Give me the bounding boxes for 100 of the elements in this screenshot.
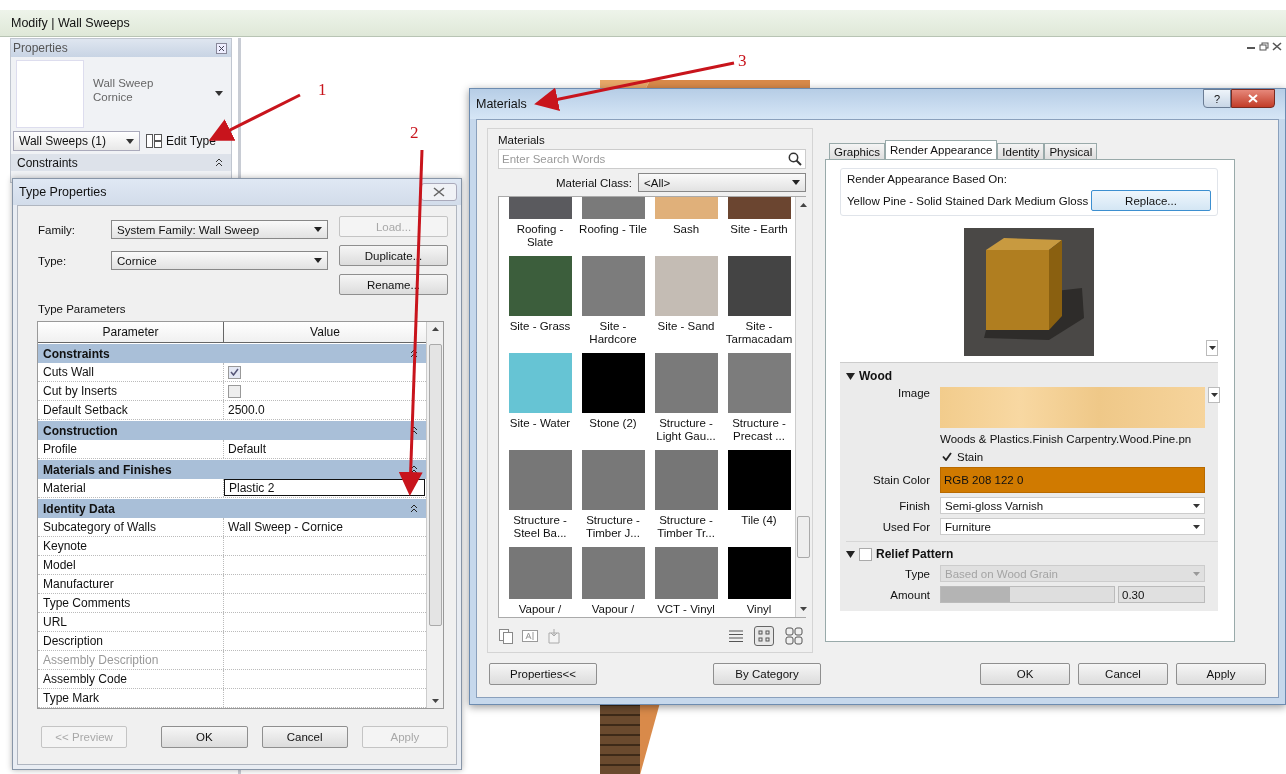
material-swatch[interactable] [581,450,645,510]
scroll-thumb[interactable] [797,516,810,558]
material-name[interactable]: Sash [672,223,700,250]
dialog-button[interactable]: OK [980,663,1070,685]
checkbox[interactable] [940,450,953,463]
dropdown[interactable]: Cornice [111,251,328,270]
dialog-button[interactable]: Cancel [1078,663,1168,685]
dropdown[interactable]: Furniture [940,518,1205,535]
material-name[interactable]: Site - Grass [509,320,571,347]
material-name[interactable]: Vapour / [591,603,635,616]
color-field[interactable]: RGB 208 122 0 [940,467,1205,493]
scroll-down-icon[interactable] [431,699,439,703]
restore-icon[interactable] [1259,42,1269,51]
checkbox[interactable] [228,384,241,398]
tab[interactable]: Identity [997,143,1045,159]
close-button[interactable] [421,183,457,201]
tab[interactable]: Physical [1044,143,1098,159]
value-cell[interactable]: 2500.0 [224,401,426,419]
material-swatch[interactable] [727,450,791,510]
material-swatch[interactable] [727,353,791,413]
checkbox[interactable] [228,365,241,379]
search-input[interactable]: Enter Search Words [502,153,788,165]
material-name[interactable]: Roofing - Slate [504,223,576,250]
dropdown[interactable]: <All> [638,173,806,192]
scrollbar[interactable] [426,322,443,708]
image-options-button[interactable] [1208,387,1220,403]
scroll-up-icon[interactable] [431,327,439,331]
material-swatch[interactable] [508,450,572,510]
material-swatch[interactable] [727,547,791,599]
material-swatch[interactable] [581,547,645,599]
material-name[interactable]: Structure - Precast ... [723,417,795,444]
material-name[interactable]: VCT - Vinyl [657,603,715,616]
material-name[interactable]: Site - Earth [730,223,788,250]
import-icon[interactable] [546,628,562,644]
checkbox-label[interactable]: Stain [957,450,984,463]
preview-options-button[interactable] [1206,340,1218,356]
material-swatch[interactable] [654,547,718,599]
material-swatch[interactable] [508,353,572,413]
dropdown[interactable]: Semi-gloss Varnish [940,497,1205,514]
replace-button[interactable]: Replace... [1091,190,1211,211]
dialog-button[interactable]: OK [161,726,248,748]
material-name[interactable]: Vinyl [746,603,772,616]
scroll-down-icon[interactable] [800,607,807,611]
material-name[interactable]: Tile (4) [741,514,777,541]
value-cell[interactable]: Plastic 2 [224,479,425,496]
material-swatch[interactable] [508,256,572,316]
duplicate-icon[interactable] [498,628,514,644]
help-button[interactable]: ? [1203,89,1231,108]
material-swatch[interactable] [654,450,718,510]
dialog-button[interactable]: By Category [713,663,821,685]
column-header[interactable]: Parameter [38,322,224,342]
material-name[interactable]: Structure - Light Gau... [650,417,722,444]
section-header[interactable]: Relief Pattern [846,541,1218,561]
material-swatch[interactable] [581,353,645,413]
scroll-thumb[interactable] [428,344,442,626]
section-header[interactable]: Wood [846,369,1218,383]
rename-icon[interactable] [522,629,538,643]
material-swatch[interactable] [654,197,718,219]
material-name[interactable]: Structure - Steel Ba... [504,514,576,541]
list-view-icon[interactable] [726,627,746,645]
large-grid-icon[interactable] [782,624,806,648]
close-button[interactable] [1231,89,1275,108]
material-swatch[interactable] [727,197,791,219]
material-name[interactable]: Vapour / [518,603,562,616]
value-cell[interactable]: Wall Sweep - Cornice [224,518,426,536]
dialog-button[interactable]: Cancel [261,726,348,748]
material-swatch[interactable] [654,256,718,316]
material-name[interactable]: Site - Hardcore [577,320,649,347]
dropdown[interactable]: System Family: Wall Sweep [111,220,328,239]
slider[interactable] [940,586,1115,603]
material-swatch[interactable] [654,353,718,413]
amount-field[interactable]: 0.30 [1118,586,1205,603]
search-icon[interactable] [788,152,802,166]
close-icon[interactable] [216,42,227,54]
material-name[interactable]: Site - Water [509,417,571,444]
material-swatch[interactable] [508,197,572,219]
checkbox[interactable] [859,547,872,561]
instance-selector[interactable]: Wall Sweeps (1) [13,131,140,151]
scrollbar[interactable] [795,197,811,617]
dialog-button[interactable]: Apply [1176,663,1266,685]
search-field[interactable]: Enter Search Words [498,149,806,169]
group-header[interactable]: Construction [38,420,426,440]
material-name[interactable]: Structure - Timber Tr... [650,514,722,541]
close-icon[interactable] [1272,42,1282,51]
material-name[interactable]: Site - Tarmacadam [723,320,795,347]
tab[interactable]: Render Appearance [885,140,998,159]
material-swatch[interactable] [581,256,645,316]
material-swatch[interactable] [581,197,645,219]
group-header[interactable]: Materials and Finishes [38,459,426,479]
value-cell[interactable]: Default [224,440,426,458]
dialog-button[interactable]: Properties<< [489,663,597,685]
material-name[interactable]: Stone (2) [589,417,637,444]
material-name[interactable]: Roofing - Tile [579,223,647,250]
small-grid-icon[interactable] [754,626,774,646]
group-header[interactable]: Identity Data [38,498,426,518]
group-header[interactable]: Constraints [38,343,426,363]
material-name[interactable]: Site - Sand [657,320,715,347]
tab[interactable]: Graphics [829,143,886,159]
section-header[interactable]: Constraints [11,154,231,171]
scroll-up-icon[interactable] [800,203,807,207]
